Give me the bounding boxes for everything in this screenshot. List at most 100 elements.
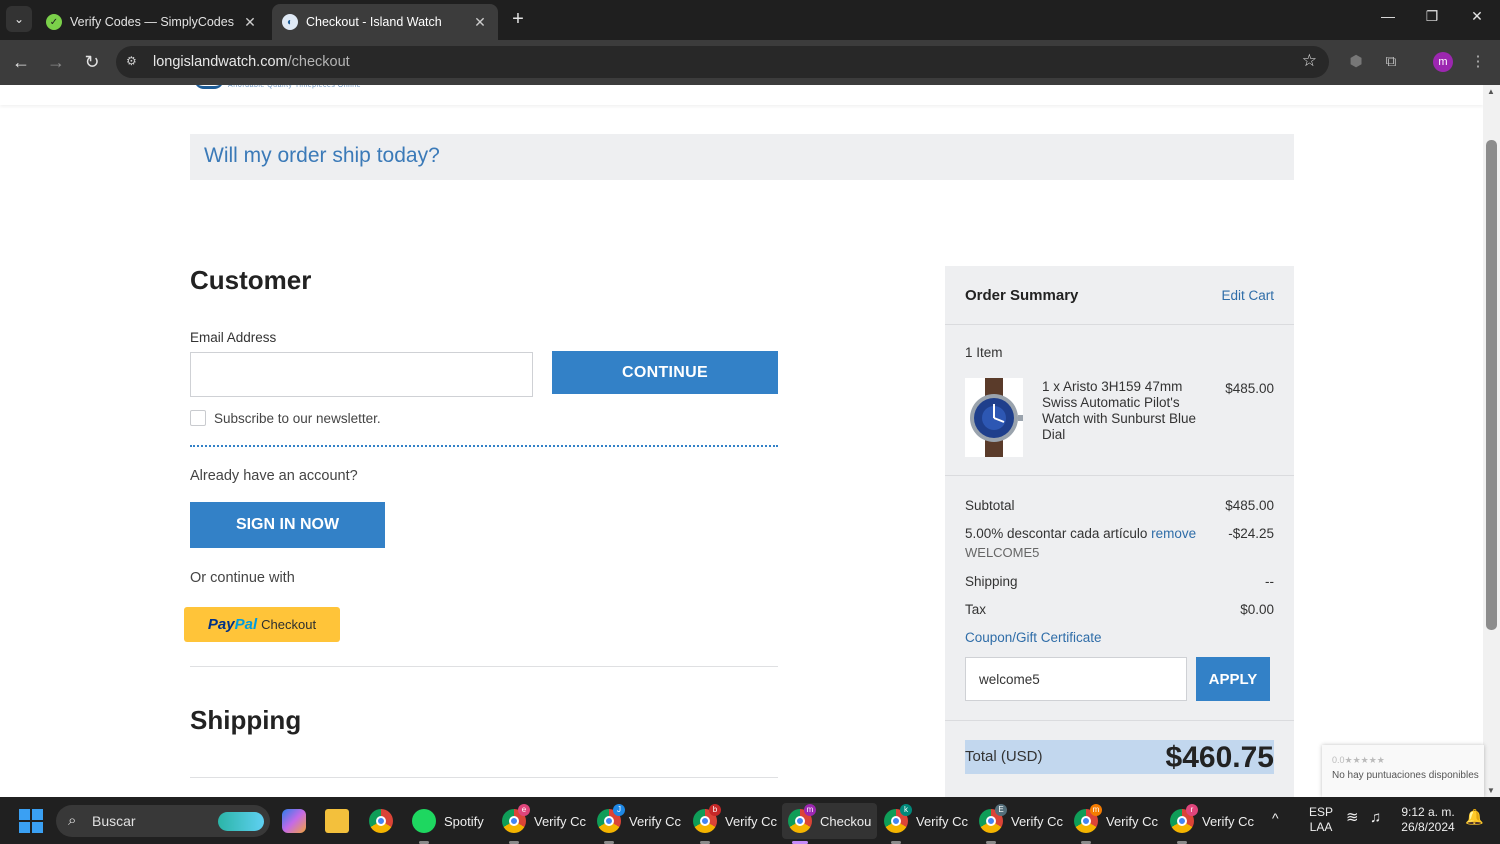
chrome-profile-icon: J [597,804,625,833]
spotify-app[interactable]: Spotify [412,803,484,839]
email-label: Email Address [190,330,277,345]
close-tab-icon[interactable]: ✕ [472,14,488,31]
taskbar-app-label: Checkou [820,813,872,829]
chrome-window-7[interactable]: m Verify Cc [1074,803,1158,839]
url-text[interactable]: longislandwatch.com/checkout [153,54,350,70]
menu-kebab-icon[interactable]: ⋮ [1467,51,1489,73]
back-icon[interactable]: ← [9,50,33,74]
continue-button[interactable]: CONTINUE [552,351,778,394]
chrome-window-1[interactable]: e Verify Cc [502,803,586,839]
copilot-icon [282,809,306,833]
tab-checkout[interactable]: ◐ Checkout - Island Watch ✕ [272,4,498,40]
chrome-window-3[interactable]: b Verify Cc [693,803,777,839]
copilot-app[interactable] [282,803,314,839]
language-indicator[interactable]: ESP LAA [1306,805,1336,835]
taskbar-app-label: Verify Cc [1106,813,1159,829]
total-label: Total (USD) [965,748,1043,765]
shipping-heading: Shipping [190,705,302,735]
order-summary-title: Order Summary [965,287,1079,304]
tab-strip: ⌄ ✓ Verify Codes — SimplyCodes ✕ ◐ Check… [0,0,1500,40]
extensions-puzzle-icon[interactable]: ⧉ [1380,51,1402,73]
scroll-down-icon[interactable]: ▼ [1487,786,1495,795]
ship-banner-text[interactable]: Will my order ship today? [204,144,440,168]
chrome-profile-icon: m [1074,804,1102,833]
or-continue-text: Or continue with [190,570,295,586]
site-info-icon[interactable]: ⚙ [126,54,142,70]
reload-icon[interactable]: ↻ [80,50,104,74]
edit-cart-link[interactable]: Edit Cart [1221,288,1274,303]
taskbar-app-label: Verify Cc [534,813,587,829]
taskbar-app-label: Spotify [444,813,484,829]
restore-icon[interactable]: ❐ [1420,8,1444,25]
recaptcha-badge[interactable]: 0.0★★★★★ No hay puntuaciones disponibles [1322,745,1484,797]
logo-tagline: Affordable Quality Timepieces Online [228,85,362,89]
taskbar-app-label: Verify Cc [1202,813,1255,829]
chrome-window-5[interactable]: k Verify Cc [884,803,968,839]
profile-avatar[interactable]: m [1433,52,1453,72]
recaptcha-text: No hay puntuaciones disponibles [1332,770,1479,781]
volume-icon[interactable]: ♫ [1370,810,1381,825]
newsletter-option[interactable]: Subscribe to our newsletter. [190,410,381,426]
discount-value: -$24.25 [1228,526,1274,541]
customer-heading: Customer [190,265,312,295]
newsletter-checkbox[interactable] [190,410,206,426]
chrome-profile-icon: m [788,804,816,833]
new-tab-button[interactable]: + [506,8,530,32]
simplycodes-favicon-icon: ✓ [46,14,62,30]
tab-verify-codes[interactable]: ✓ Verify Codes — SimplyCodes ✕ [36,4,268,40]
chrome-window-checkout[interactable]: m Checkou [782,803,878,839]
windows-start-icon[interactable] [19,809,43,833]
taskbar-app-label: Verify Cc [725,813,778,829]
chrome-window-2[interactable]: J Verify Cc [597,803,681,839]
address-bar[interactable]: ⚙ longislandwatch.com/checkout ☆ [116,46,1329,78]
coupon-toggle-link[interactable]: Coupon/Gift Certificate [965,630,1102,645]
chrome-window-6[interactable]: E Verify Cc [979,803,1063,839]
coupon-field[interactable] [965,657,1187,701]
remove-discount-link[interactable]: remove [1151,526,1196,541]
search-icon: ⌕ [68,812,77,829]
chrome-window-8[interactable]: r Verify Cc [1170,803,1254,839]
newsletter-label[interactable]: Subscribe to our newsletter. [214,411,381,426]
site-logo[interactable] [194,85,224,89]
wifi-icon[interactable]: ≋ [1346,810,1359,825]
show-hidden-icons-icon[interactable]: ^ [1272,811,1279,826]
scroll-up-icon[interactable]: ▲ [1487,87,1495,96]
ship-today-banner[interactable]: Will my order ship today? [190,134,1294,180]
apply-coupon-button[interactable]: APPLY [1196,657,1270,701]
page-scrollbar[interactable]: ▲ ▼ [1483,85,1500,797]
spotify-icon [412,809,436,833]
sign-in-button[interactable]: SIGN IN NOW [190,502,385,548]
folder-icon [325,809,349,833]
tax-value: $0.00 [1240,602,1274,617]
taskbar-app-label: Verify Cc [629,813,682,829]
forward-icon[interactable]: → [44,50,68,74]
chrome-icon [369,809,393,833]
close-window-icon[interactable]: ✕ [1465,8,1489,25]
file-explorer-app[interactable] [325,803,357,839]
scrollbar-thumb[interactable] [1486,140,1497,630]
bookmark-star-icon[interactable]: ☆ [1302,51,1317,71]
divider [190,777,778,778]
islandwatch-favicon-icon: ◐ [282,14,298,30]
taskbar-app-label: Verify Cc [916,813,969,829]
site-header: Affordable Quality Timepieces Online [0,85,1483,105]
extension-icon[interactable]: ⬢ [1345,51,1367,73]
paypal-checkout-label: Checkout [261,617,317,632]
tax-label: Tax [965,602,987,617]
rating-stars-icon: 0.0★★★★★ [1332,755,1385,765]
chrome-profile-icon: k [884,804,912,833]
tab-search-button[interactable]: ⌄ [6,6,32,32]
clock[interactable]: 9:12 a. m. 26/8/2024 [1396,805,1460,835]
divider [945,475,1294,476]
watch-image-icon [970,378,1023,457]
applied-coupon-code: WELCOME5 [965,545,1040,560]
chrome-profile-icon: e [502,804,530,833]
close-tab-icon[interactable]: ✕ [242,14,258,31]
paypal-checkout-button[interactable]: Pay Pal Checkout [184,607,340,642]
chrome-app[interactable] [369,803,401,839]
minimize-icon[interactable]: — [1376,8,1400,24]
taskbar-search[interactable]: ⌕ Buscar [56,805,270,837]
notification-bell-icon[interactable]: 🔔 [1465,810,1484,825]
paypal-logo-pal: Pal [234,616,258,633]
email-field[interactable] [190,352,533,397]
